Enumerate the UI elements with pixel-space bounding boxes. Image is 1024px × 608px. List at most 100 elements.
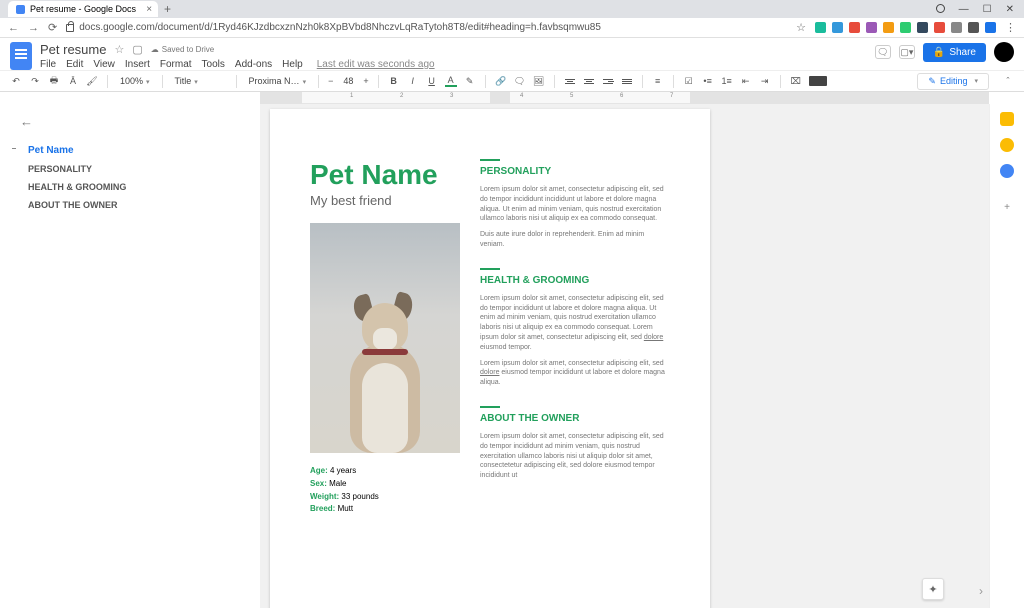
outline-item[interactable]: Pet Name xyxy=(20,141,240,160)
menu-format[interactable]: Format xyxy=(160,59,192,70)
forward-button[interactable]: → xyxy=(28,22,39,34)
bookmark-star-icon[interactable]: ☆ xyxy=(796,21,806,34)
indent-icon[interactable]: ⇥ xyxy=(759,75,771,87)
docs-logo-icon[interactable] xyxy=(10,42,32,70)
close-tab-icon[interactable]: × xyxy=(146,4,152,15)
section-personality[interactable]: PERSONALITY Lorem ipsum dolor sit amet, … xyxy=(480,159,670,250)
bold-icon[interactable]: B xyxy=(388,75,400,87)
close-outline-icon[interactable]: ← xyxy=(20,114,240,129)
insert-image-icon[interactable]: 🖼 xyxy=(533,75,545,87)
document-page[interactable]: Pet Name My best friend Age: 4 years Sex… xyxy=(270,109,710,608)
italic-icon[interactable]: I xyxy=(407,75,419,87)
undo-icon[interactable]: ↶ xyxy=(10,75,22,87)
share-button[interactable]: 🔒Share xyxy=(923,43,986,62)
ext-icon[interactable] xyxy=(832,22,843,33)
document-title[interactable]: Pet resume xyxy=(40,42,106,57)
page-canvas[interactable]: Pet Name My best friend Age: 4 years Sex… xyxy=(260,104,989,608)
last-edit-link[interactable]: Last edit was seconds ago xyxy=(317,59,435,70)
browser-tab-strip: Pet resume - Google Docs × + — ☐ ✕ xyxy=(0,0,1024,18)
account-avatar[interactable] xyxy=(994,42,1014,62)
outdent-icon[interactable]: ⇤ xyxy=(740,75,752,87)
section-heading[interactable]: PERSONALITY xyxy=(480,165,670,179)
ext-icon[interactable] xyxy=(917,22,928,33)
back-button[interactable]: ← xyxy=(8,22,19,34)
comment-history-icon[interactable]: 🗨 xyxy=(875,45,891,59)
ext-icon[interactable] xyxy=(951,22,962,33)
menu-insert[interactable]: Insert xyxy=(125,59,150,70)
doc-heading-title[interactable]: Pet Name xyxy=(310,159,460,191)
minimize-button[interactable]: — xyxy=(959,4,969,15)
menu-addons[interactable]: Add-ons xyxy=(235,59,272,70)
mode-select[interactable]: ✎Editing▾ xyxy=(917,73,989,90)
url-box[interactable]: docs.google.com/document/d/1Ryd46KJzdbcx… xyxy=(66,22,787,33)
ext-icon[interactable] xyxy=(815,22,826,33)
redo-icon[interactable]: ↷ xyxy=(29,75,41,87)
keep-icon[interactable] xyxy=(1000,112,1014,126)
new-tab-button[interactable]: + xyxy=(164,2,171,16)
text-color-icon[interactable]: A xyxy=(445,75,457,87)
font-select[interactable]: Proxima N…▾ xyxy=(246,76,310,86)
clear-format-icon[interactable]: ⌧ xyxy=(790,75,802,87)
ext-icon[interactable] xyxy=(968,22,979,33)
menu-file[interactable]: File xyxy=(40,59,56,70)
ext-icon[interactable] xyxy=(985,22,996,33)
ext-icon[interactable] xyxy=(900,22,911,33)
ext-icon[interactable] xyxy=(866,22,877,33)
zoom-select[interactable]: 100%▾ xyxy=(117,76,153,86)
style-select[interactable]: Title▾ xyxy=(172,76,227,86)
move-icon[interactable]: ▢ xyxy=(132,43,142,56)
maximize-button[interactable]: ☐ xyxy=(983,4,992,15)
pet-stats[interactable]: Age: 4 years Sex: Male Weight: 33 pounds… xyxy=(310,465,460,516)
menu-tools[interactable]: Tools xyxy=(202,59,225,70)
section-owner[interactable]: ABOUT THE OWNER Lorem ipsum dolor sit am… xyxy=(480,406,670,481)
font-size-dec[interactable]: − xyxy=(328,76,333,86)
font-size-inc[interactable]: + xyxy=(363,76,368,86)
bullet-list-icon[interactable]: •≡ xyxy=(702,75,714,87)
outline-item[interactable]: HEALTH & GROOMING xyxy=(20,178,240,196)
menu-view[interactable]: View xyxy=(93,59,115,70)
ext-icon[interactable] xyxy=(883,22,894,33)
tasks-icon[interactable] xyxy=(1000,164,1014,178)
align-right-icon[interactable] xyxy=(602,75,614,87)
link-icon[interactable]: 🔗 xyxy=(495,75,507,87)
horizontal-ruler[interactable]: 1 2 3 4 5 6 7 xyxy=(260,92,989,104)
menu-edit[interactable]: Edit xyxy=(66,59,83,70)
number-list-icon[interactable]: 1≡ xyxy=(721,75,733,87)
chrome-menu-icon[interactable]: ⋮ xyxy=(1005,21,1016,34)
paint-format-icon[interactable]: 🖌 xyxy=(86,75,98,87)
align-justify-icon[interactable] xyxy=(621,75,633,87)
add-addon-icon[interactable]: + xyxy=(1000,200,1014,214)
star-icon[interactable]: ☆ xyxy=(114,43,124,56)
collapse-toolbar-icon[interactable]: ˆ xyxy=(1002,75,1014,87)
menu-help[interactable]: Help xyxy=(282,59,303,70)
side-panel-arrow-icon[interactable]: › xyxy=(979,584,983,598)
font-size-input[interactable]: 48 xyxy=(340,76,356,86)
outline-item[interactable]: PERSONALITY xyxy=(20,160,240,178)
section-health[interactable]: HEALTH & GROOMING Lorem ipsum dolor sit … xyxy=(480,268,670,388)
ext-icon[interactable] xyxy=(934,22,945,33)
formatting-toolbar: ↶ ↷ 🖶 Ā 🖌 100%▾ Title▾ Proxima N…▾ − 48 … xyxy=(0,70,1024,92)
doc-subtitle[interactable]: My best friend xyxy=(310,193,460,208)
pet-photo[interactable] xyxy=(310,223,460,453)
section-heading[interactable]: ABOUT THE OWNER xyxy=(480,412,670,426)
lock-icon: 🔒 xyxy=(933,47,945,58)
underline-icon[interactable]: U xyxy=(426,75,438,87)
outline-item[interactable]: ABOUT THE OWNER xyxy=(20,196,240,214)
align-left-icon[interactable] xyxy=(564,75,576,87)
spellcheck-icon[interactable]: Ā xyxy=(67,75,79,87)
line-spacing-icon[interactable]: ≡ xyxy=(652,75,664,87)
highlight-icon[interactable]: ✎ xyxy=(464,75,476,87)
checklist-icon[interactable]: ☑ xyxy=(683,75,695,87)
align-center-icon[interactable] xyxy=(583,75,595,87)
input-tools-icon[interactable] xyxy=(809,76,827,86)
print-icon[interactable]: 🖶 xyxy=(48,75,60,87)
keep-icon-2[interactable] xyxy=(1000,138,1014,152)
present-icon[interactable]: ▢▾ xyxy=(899,45,915,59)
add-comment-icon[interactable]: 🗨 xyxy=(514,75,526,87)
reload-button[interactable]: ⟳ xyxy=(48,21,57,34)
close-window-button[interactable]: ✕ xyxy=(1006,4,1014,15)
ext-icon[interactable] xyxy=(849,22,860,33)
browser-tab[interactable]: Pet resume - Google Docs × xyxy=(8,1,158,17)
section-heading[interactable]: HEALTH & GROOMING xyxy=(480,274,670,288)
explore-button[interactable]: ✦ xyxy=(922,578,944,600)
